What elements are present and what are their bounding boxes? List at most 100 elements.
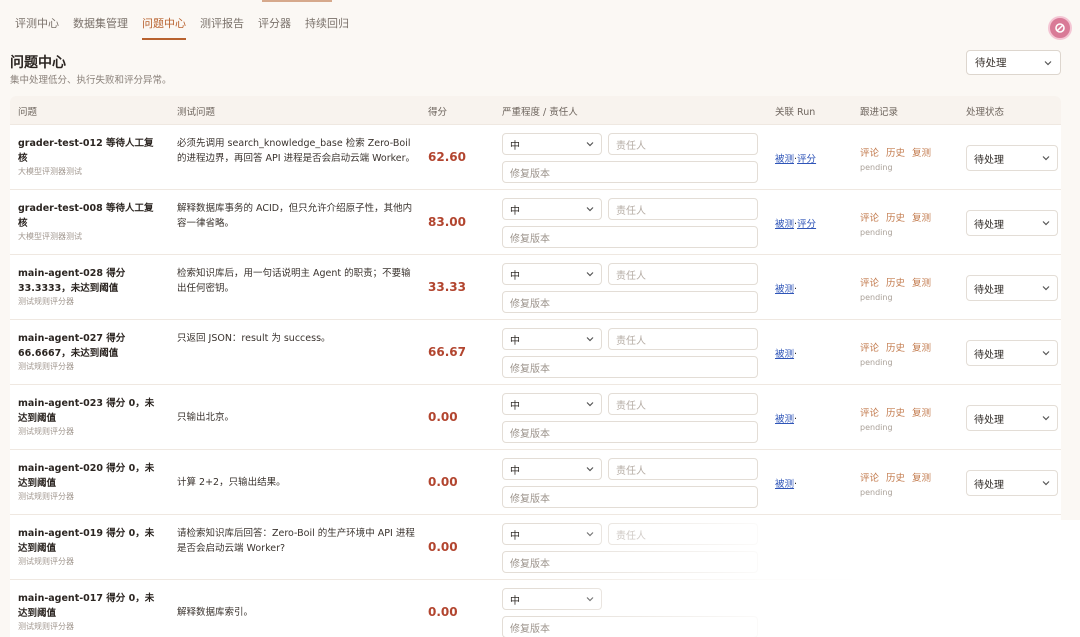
run-link[interactable]: 被测 xyxy=(775,154,794,165)
state-select[interactable]: 待处理 xyxy=(966,210,1058,236)
fix-version-input[interactable]: 修复版本 xyxy=(502,161,758,183)
severity-select[interactable]: 中 xyxy=(502,263,602,285)
table-row: main-agent-019 得分 0，未达到阈值 测试规则评分器 请检索知识库后回… xyxy=(10,514,1061,579)
state-select[interactable]: 待处理 xyxy=(966,340,1058,366)
score: 0.00 xyxy=(428,605,458,619)
run-link[interactable]: 被测 xyxy=(775,414,794,425)
run-link[interactable]: 被测 xyxy=(775,479,794,490)
state-select[interactable]: 待处理 xyxy=(966,405,1058,431)
issue-source: 测试规则评分器 xyxy=(18,622,74,631)
owner-input[interactable]: 责任人 xyxy=(608,393,758,415)
related-runs: 被测· xyxy=(775,411,797,425)
fix-version-input[interactable]: 修复版本 xyxy=(502,291,758,313)
comment-action[interactable]: 评论 xyxy=(860,148,879,159)
state-value: 待处理 xyxy=(974,414,1004,426)
comment-action[interactable]: 评论 xyxy=(860,538,879,549)
history-action[interactable]: 历史 xyxy=(886,408,905,419)
severity-value: 中 xyxy=(510,530,520,542)
run-link[interactable]: 被测 xyxy=(775,219,794,230)
issue-title[interactable]: main-agent-028 得分 33.3333，未达到阈值 xyxy=(18,266,163,296)
history-action[interactable]: 历史 xyxy=(886,278,905,289)
retest-action[interactable]: 复测 xyxy=(912,473,931,484)
fix-version-input[interactable]: 修复版本 xyxy=(502,616,758,637)
run-link[interactable]: 被测 xyxy=(775,349,794,360)
score: 83.00 xyxy=(428,215,466,229)
issue-source: 测试规则评分器 xyxy=(18,557,74,566)
tab-eval-center[interactable]: 评测中心 xyxy=(15,0,59,44)
severity-select[interactable]: 中 xyxy=(502,458,602,480)
issue-source: 测试规则评分器 xyxy=(18,362,74,371)
fix-version-input[interactable]: 修复版本 xyxy=(502,551,758,573)
col-question: 测试问题 xyxy=(177,107,216,118)
tab-issue-center[interactable]: 问题中心 xyxy=(142,0,186,44)
state-select[interactable]: 待处理 xyxy=(966,275,1058,301)
comment-action[interactable]: 评论 xyxy=(860,343,879,354)
comment-action[interactable]: 评论 xyxy=(860,408,879,419)
retest-action[interactable]: 复测 xyxy=(912,148,931,159)
follow-status: pending xyxy=(860,488,893,497)
fix-version-input[interactable]: 修复版本 xyxy=(502,421,758,443)
tab-regression[interactable]: 持续回归 xyxy=(305,0,349,44)
status-filter-select[interactable]: 待处理 xyxy=(966,50,1061,75)
severity-select[interactable]: 中 xyxy=(502,198,602,220)
tab-grader[interactable]: 评分器 xyxy=(258,0,291,44)
severity-select[interactable]: 中 xyxy=(502,328,602,350)
retest-action[interactable]: 复测 xyxy=(912,278,931,289)
tab-report[interactable]: 测评报告 xyxy=(200,0,244,44)
run-link[interactable]: 被测 xyxy=(775,284,794,295)
retest-action[interactable]: 复测 xyxy=(912,408,931,419)
related-runs: 被测· xyxy=(775,476,797,490)
retest-action[interactable]: 复测 xyxy=(912,538,931,549)
issue-title[interactable]: main-agent-023 得分 0，未达到阈值 xyxy=(18,396,163,426)
history-action[interactable]: 历史 xyxy=(886,538,905,549)
issue-title[interactable]: main-agent-027 得分 66.6667，未达到阈值 xyxy=(18,331,163,361)
severity-select[interactable]: 中 xyxy=(502,393,602,415)
retest-action[interactable]: 复测 xyxy=(912,213,931,224)
comment-action[interactable]: 评论 xyxy=(860,213,879,224)
owner-input[interactable]: 责任人 xyxy=(608,523,758,545)
run-separator: · xyxy=(794,349,798,360)
comment-action[interactable]: 评论 xyxy=(860,278,879,289)
issue-title[interactable]: grader-test-008 等待人工复核 xyxy=(18,201,163,231)
state-select[interactable]: 待处理 xyxy=(966,470,1058,496)
comment-action[interactable]: 评论 xyxy=(860,473,879,484)
grade-link[interactable]: 评分 xyxy=(797,219,816,230)
table-row: main-agent-028 得分 33.3333，未达到阈值 测试规则评分器 检索… xyxy=(10,254,1061,319)
owner-input[interactable]: 责任人 xyxy=(608,133,758,155)
history-action[interactable]: 历史 xyxy=(886,148,905,159)
severity-select[interactable]: 中 xyxy=(502,588,602,610)
issue-title[interactable]: main-agent-019 得分 0，未达到阈值 xyxy=(18,526,163,556)
chevron-down-icon xyxy=(586,272,594,277)
fix-version-input[interactable]: 修复版本 xyxy=(502,486,758,508)
owner-input[interactable]: 责任人 xyxy=(608,198,758,220)
follow-status: pending xyxy=(860,358,893,367)
avatar-icon[interactable] xyxy=(1048,16,1072,40)
fix-version-input[interactable]: 修复版本 xyxy=(502,226,758,248)
owner-input[interactable]: 责任人 xyxy=(608,328,758,350)
severity-select[interactable]: 中 xyxy=(502,523,602,545)
owner-input[interactable]: 责任人 xyxy=(608,263,758,285)
state-select[interactable]: 待处理 xyxy=(966,145,1058,171)
history-action[interactable]: 历史 xyxy=(886,343,905,354)
col-state: 处理状态 xyxy=(966,107,1005,118)
grade-link[interactable]: 评分 xyxy=(797,154,816,165)
issue-title[interactable]: main-agent-020 得分 0，未达到阈值 xyxy=(18,461,163,491)
follow-actions: 评论 历史 复测 xyxy=(860,405,938,419)
history-action[interactable]: 历史 xyxy=(886,213,905,224)
related-runs: 被测· xyxy=(775,346,797,360)
severity-value: 中 xyxy=(510,205,520,217)
table-row: main-agent-023 得分 0，未达到阈值 测试规则评分器 只输出北京。 0.… xyxy=(10,384,1061,449)
related-runs: 被测·评分 xyxy=(775,151,816,165)
follow-actions: 评论 历史 复测 xyxy=(860,535,938,549)
owner-input[interactable]: 责任人 xyxy=(608,458,758,480)
table-row: grader-test-012 等待人工复核 大模型评测器测试 必须先调用 sear… xyxy=(10,124,1061,189)
table-row: main-agent-017 得分 0，未达到阈值 测试规则评分器 解释数据库索引。… xyxy=(10,579,1061,637)
history-action[interactable]: 历史 xyxy=(886,473,905,484)
severity-select[interactable]: 中 xyxy=(502,133,602,155)
issue-title[interactable]: main-agent-017 得分 0，未达到阈值 xyxy=(18,591,163,621)
tab-dataset[interactable]: 数据集管理 xyxy=(73,0,128,44)
issue-table: 问题 测试问题 得分 严重程度 / 责任人 关联 Run 跟进记录 处理状态 g… xyxy=(10,96,1061,637)
fix-version-input[interactable]: 修复版本 xyxy=(502,356,758,378)
retest-action[interactable]: 复测 xyxy=(912,343,931,354)
issue-title[interactable]: grader-test-012 等待人工复核 xyxy=(18,136,163,166)
